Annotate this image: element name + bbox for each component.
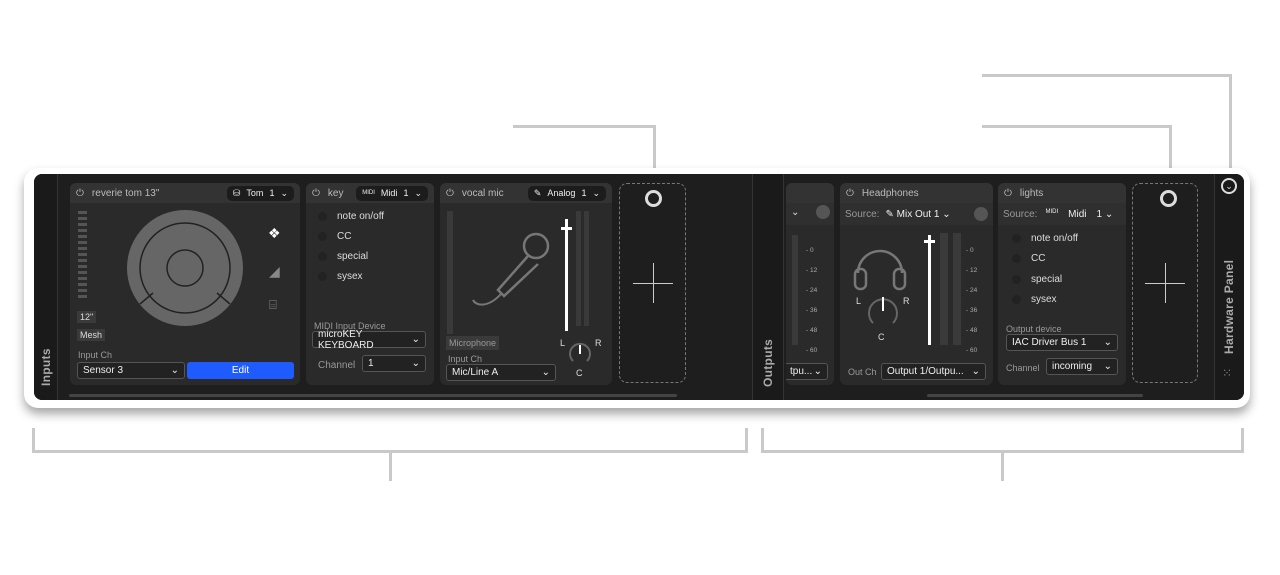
- inputs-label: Inputs: [39, 348, 53, 386]
- drum-name: reverie tom 13": [91, 187, 160, 199]
- key-card: ⏻ key MIDI Midi 1 ⌄ note on/off CC special s…: [306, 183, 434, 385]
- filter-cc[interactable]: CC: [318, 231, 351, 242]
- drum-pad[interactable]: [125, 208, 245, 328]
- inputs-bracket: [745, 428, 748, 453]
- mic-name: vocal mic: [461, 187, 504, 199]
- app-window: Inputs ⏻ reverie tom 13" ⛁ Tom 1 ⌄ ❖ ◢ ⌸ 12"…: [24, 168, 1250, 408]
- fader-handle[interactable]: [561, 227, 572, 230]
- callout-line: [982, 74, 1232, 77]
- channel-select[interactable]: incoming ⌄: [1046, 358, 1118, 375]
- input-ch-select[interactable]: Mic/Line A ⌄: [446, 364, 556, 381]
- inputs-bracket: [32, 428, 35, 453]
- outputs-bracket: [1241, 428, 1244, 453]
- input-ch-select[interactable]: Sensor 3 ⌄: [77, 362, 185, 379]
- mic-type-select[interactable]: ✎ Analog 1 ⌄: [527, 185, 606, 201]
- outputs-scrollbar[interactable]: [927, 394, 1143, 397]
- filter-sysex[interactable]: sysex: [318, 271, 363, 282]
- lights-card: ⏻ lights Source: MIDI Midi 1 ⌄ note on/off C…: [998, 183, 1126, 385]
- collapse-button[interactable]: ⌄: [1221, 178, 1237, 194]
- source-select[interactable]: ✎ Mix Out 1 ⌄: [885, 209, 950, 220]
- microphone-icon: [472, 232, 550, 306]
- inputs-bracket: [389, 452, 392, 481]
- power-icon[interactable]: ⏻: [846, 188, 854, 199]
- callout-line: [1229, 74, 1232, 178]
- db-scale: - 0- 12- 24- 36- 48- 60: [806, 247, 818, 354]
- fader-handle[interactable]: [924, 240, 935, 243]
- callout-line: [513, 125, 656, 128]
- hardware-panel-label[interactable]: Hardware Panel: [1222, 260, 1236, 354]
- filter-sysex[interactable]: sysex: [1012, 294, 1057, 305]
- meter-r: [584, 211, 589, 326]
- power-icon[interactable]: ⏻: [446, 188, 454, 199]
- dots-icon[interactable]: ⁙: [1222, 366, 1232, 380]
- db-scale: - 0- 12- 24- 36- 48- 60: [966, 247, 978, 354]
- drum-icon: ⛁: [232, 187, 241, 198]
- callout-marker: [1160, 190, 1177, 207]
- filter-special[interactable]: special: [1012, 274, 1062, 285]
- outputs-label: Outputs: [761, 338, 775, 387]
- inputs-scrollbar[interactable]: [69, 394, 677, 397]
- headphone-monitor-icon[interactable]: [816, 205, 830, 219]
- headphones-icon: [853, 249, 907, 291]
- out-ch-select[interactable]: Output 1/Outpu... ⌄: [881, 363, 986, 380]
- pan-c: C: [576, 368, 583, 378]
- mic-tag: Microphone: [446, 336, 500, 350]
- filter-note[interactable]: note on/off: [1012, 233, 1078, 244]
- outputs-bracket: [1001, 452, 1004, 481]
- filter-cc[interactable]: CC: [1012, 253, 1045, 264]
- drum-type-select[interactable]: ⛁ Tom 1 ⌄: [226, 185, 294, 201]
- edit-button[interactable]: Edit: [187, 362, 294, 379]
- channel-label: Channel: [318, 360, 356, 371]
- headphone-monitor-icon[interactable]: [974, 207, 988, 221]
- callout-line: [982, 125, 1172, 128]
- power-icon[interactable]: ⏻: [312, 188, 320, 199]
- output-card-partial: ⌄ - 0- 12- 24- 36- 48- 60 tpu... ⌄: [786, 183, 834, 385]
- callout-marker: [645, 190, 662, 207]
- headphones-card: ⏻ Headphones Source: ✎ Mix Out 1 ⌄ L R C -…: [840, 183, 993, 385]
- input-ch-label: Input Ch: [78, 350, 113, 360]
- pan-r: R: [595, 338, 602, 348]
- analog-icon: ✎: [533, 187, 542, 198]
- filter-special[interactable]: special: [318, 251, 368, 262]
- mixer-panel: Inputs ⏻ reverie tom 13" ⛁ Tom 1 ⌄ ❖ ◢ ⌸ 12"…: [34, 174, 1244, 400]
- midi-device-select[interactable]: microKEY KEYBOARD ⌄: [312, 329, 426, 351]
- head-tag: Mesh: [77, 329, 106, 341]
- pan-l: L: [560, 338, 566, 348]
- layers-icon[interactable]: ❖: [268, 225, 281, 242]
- velocity-icon[interactable]: ◢: [269, 263, 280, 280]
- drum-card: ⏻ reverie tom 13" ⛁ Tom 1 ⌄ ❖ ◢ ⌸ 12" Mesh I…: [70, 183, 300, 385]
- output-device-select[interactable]: IAC Driver Bus 1 ⌄: [1006, 334, 1118, 351]
- midi-icon: MIDI: [362, 190, 375, 196]
- size-tag: 12": [77, 311, 97, 323]
- level-meter: [78, 211, 87, 301]
- power-icon[interactable]: ⏻: [76, 188, 84, 199]
- meter-l: [576, 211, 581, 326]
- key-name: key: [327, 187, 344, 199]
- pan-knob[interactable]: [567, 341, 593, 367]
- power-icon[interactable]: ⏻: [1004, 188, 1012, 199]
- channel-select[interactable]: 1 ⌄: [362, 355, 426, 372]
- volume-fader[interactable]: [928, 235, 931, 345]
- mic-card: ⏻ vocal mic ✎ Analog 1 ⌄ Microphone L R C In…: [440, 183, 612, 385]
- input-ch-label: Input Ch: [448, 354, 483, 364]
- key-type-select[interactable]: MIDI Midi 1 ⌄: [356, 185, 428, 201]
- add-output-button[interactable]: [1132, 183, 1198, 383]
- source-select[interactable]: MIDI Midi 1 ⌄: [1045, 209, 1113, 220]
- out-ch-select[interactable]: tpu... ⌄: [786, 363, 828, 380]
- filter-note[interactable]: note on/off: [318, 211, 384, 222]
- input-meter: [447, 211, 453, 334]
- pan-knob[interactable]: [865, 293, 901, 329]
- volume-fader[interactable]: [565, 219, 568, 331]
- source-chevron-icon[interactable]: ⌄: [791, 207, 799, 218]
- outputs-bracket: [761, 428, 764, 453]
- add-input-button[interactable]: [619, 183, 686, 383]
- rim-icon[interactable]: ⌸: [269, 297, 277, 313]
